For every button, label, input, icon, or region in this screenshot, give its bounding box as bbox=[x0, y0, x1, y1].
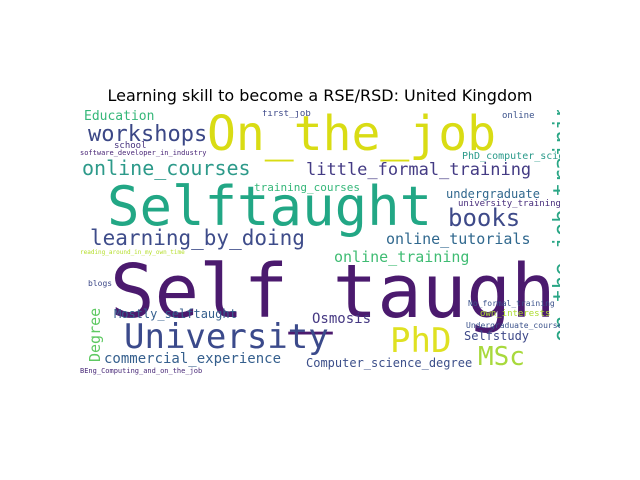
word: software_developer_in_industry bbox=[80, 149, 207, 157]
word: online bbox=[502, 111, 535, 121]
word: little_formal_training bbox=[306, 160, 532, 180]
word: Mostly_selftaught bbox=[114, 307, 237, 321]
word: Degree bbox=[86, 307, 104, 362]
figure-title: Learning skill to become a RSE/RSD: Unit… bbox=[107, 86, 533, 105]
word: University bbox=[124, 317, 329, 357]
word: reading_around_in_my_own_time bbox=[80, 249, 185, 256]
word: workshops bbox=[88, 122, 208, 147]
word: blogs bbox=[88, 279, 113, 288]
word: first_job bbox=[262, 110, 311, 119]
word: learning_by_doing bbox=[90, 226, 305, 250]
word: own_interests bbox=[480, 309, 551, 319]
word: online_courses bbox=[82, 156, 251, 180]
word: PhD bbox=[390, 321, 452, 361]
word-cloud: Self_taught Selftaught On_the_job Univer… bbox=[80, 110, 560, 378]
word: On_the_job bbox=[207, 110, 496, 162]
word: MSc bbox=[478, 342, 525, 372]
word: books bbox=[448, 204, 521, 232]
word: Computer_science_degree bbox=[306, 356, 473, 370]
word: Undergraduate_courses bbox=[466, 321, 560, 330]
word: online_training bbox=[334, 248, 470, 266]
word: Education bbox=[84, 110, 155, 124]
word: PhD_computer_science bbox=[462, 151, 560, 162]
word: training_courses bbox=[254, 181, 360, 194]
word: No_formal_training bbox=[468, 299, 555, 308]
word: commercial_experience bbox=[104, 351, 282, 367]
word: Osmosis bbox=[312, 311, 372, 327]
word: university_training bbox=[458, 199, 560, 209]
word: online_tutorials bbox=[386, 230, 531, 248]
word: BEng_Computing_and_on_the_job bbox=[80, 367, 203, 375]
word: Selfstudy bbox=[464, 329, 530, 343]
